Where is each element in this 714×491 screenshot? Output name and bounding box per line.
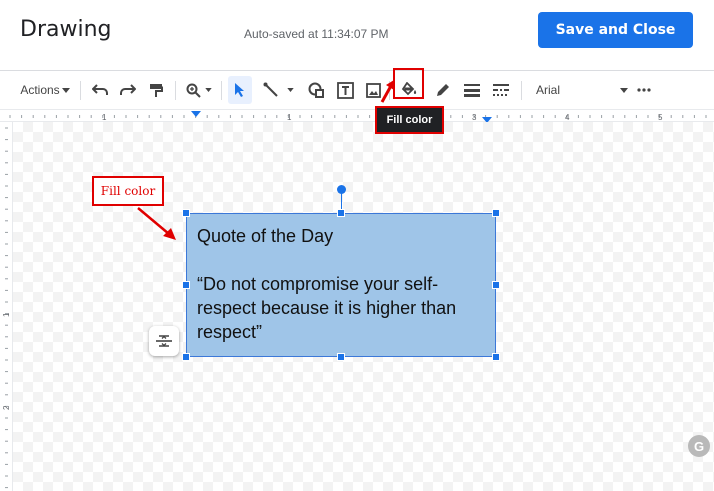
fill-color-tooltip: Fill color (375, 106, 444, 134)
resize-handle-top-right[interactable] (492, 209, 500, 217)
callout-text: Fill color (100, 184, 156, 198)
horizontal-ruler: 1 1 2 3 4 5 (0, 109, 714, 123)
zoom-button[interactable] (182, 71, 216, 109)
ruler-label: 1 (102, 113, 107, 122)
paint-format-icon (150, 83, 163, 97)
actions-menu-label: Actions (20, 83, 60, 97)
vruler-ticks: 1 2 (2, 127, 11, 489)
shape-tool[interactable] (304, 71, 328, 109)
toolbar-divider (80, 81, 81, 100)
ruler-label: 5 (658, 113, 663, 122)
shape-text[interactable]: Quote of the Day “Do not compromise your… (197, 224, 487, 344)
autosave-status: Auto-saved at 11:34:07 PM (244, 27, 389, 41)
undo-button[interactable] (89, 71, 111, 109)
line-tool[interactable] (258, 71, 298, 109)
vertical-ruler: 1 2 (0, 122, 13, 491)
tooltip-text: Fill color (386, 114, 433, 126)
select-icon (235, 83, 244, 97)
border-color-button[interactable] (430, 71, 454, 109)
vruler-label: 1 (2, 312, 11, 317)
ruler-label: 1 (287, 113, 292, 122)
actions-menu[interactable]: Actions (14, 71, 76, 109)
image-icon (365, 82, 381, 98)
caret-down-icon (286, 88, 294, 92)
resize-handle-left[interactable] (182, 281, 190, 289)
quote-text: “Do not compromise your self-respect bec… (197, 274, 457, 342)
paint-format-button[interactable] (145, 71, 167, 109)
text-shape[interactable]: Quote of the Day “Do not compromise your… (186, 213, 496, 357)
vertical-align-icon (156, 335, 172, 347)
border-dash-button[interactable] (489, 71, 513, 109)
page-title: Drawing (20, 17, 112, 42)
toolbar-divider (389, 81, 390, 100)
resize-handle-top[interactable] (337, 209, 345, 217)
vertical-align-button[interactable] (149, 326, 179, 356)
shape-icon (308, 82, 324, 98)
quote-title: Quote of the Day (197, 226, 334, 246)
select-tool[interactable] (228, 76, 252, 104)
more-icon (637, 88, 651, 92)
redo-icon (120, 84, 136, 95)
font-select-value: Arial (536, 83, 561, 97)
vruler-label: 2 (2, 405, 11, 410)
left-indent-marker[interactable] (191, 111, 201, 117)
toolbar-divider (221, 81, 222, 100)
toolbar-divider (175, 81, 176, 100)
resize-handle-bottom[interactable] (337, 353, 345, 361)
zoom-icon (186, 83, 201, 98)
fill-color-highlight (393, 68, 424, 99)
rotation-handle[interactable] (337, 185, 346, 194)
border-weight-button[interactable] (460, 71, 484, 109)
line-icon (263, 82, 278, 97)
text-box-tool[interactable] (333, 71, 357, 109)
font-select[interactable]: Arial (536, 71, 628, 109)
ruler-label: 4 (565, 113, 570, 122)
ruler-label: 3 (472, 113, 477, 122)
resize-handle-bottom-left[interactable] (182, 353, 190, 361)
border-dash-icon (493, 83, 509, 96)
fill-color-callout: Fill color (92, 176, 164, 206)
toolbar: Actions Arial (0, 70, 714, 109)
resize-handle-top-left[interactable] (182, 209, 190, 217)
drawing-editor: Drawing Auto-saved at 11:34:07 PM Save a… (0, 0, 714, 491)
undo-icon (92, 84, 108, 95)
resize-handle-bottom-right[interactable] (492, 353, 500, 361)
text-box-icon (336, 81, 354, 99)
toolbar-divider (521, 81, 522, 100)
caret-down-icon (205, 88, 212, 92)
image-tool[interactable] (361, 71, 385, 109)
border-weight-icon (464, 83, 480, 97)
header-bar: Drawing Auto-saved at 11:34:07 PM Save a… (0, 0, 714, 70)
resize-handle-right[interactable] (492, 281, 500, 289)
pencil-icon (436, 83, 449, 96)
caret-down-icon (61, 87, 70, 93)
save-and-close-button[interactable]: Save and Close (538, 12, 693, 48)
redo-button[interactable] (117, 71, 139, 109)
more-options-button[interactable] (634, 71, 654, 109)
g-logo-icon: G (688, 435, 710, 457)
caret-down-icon (620, 87, 628, 93)
